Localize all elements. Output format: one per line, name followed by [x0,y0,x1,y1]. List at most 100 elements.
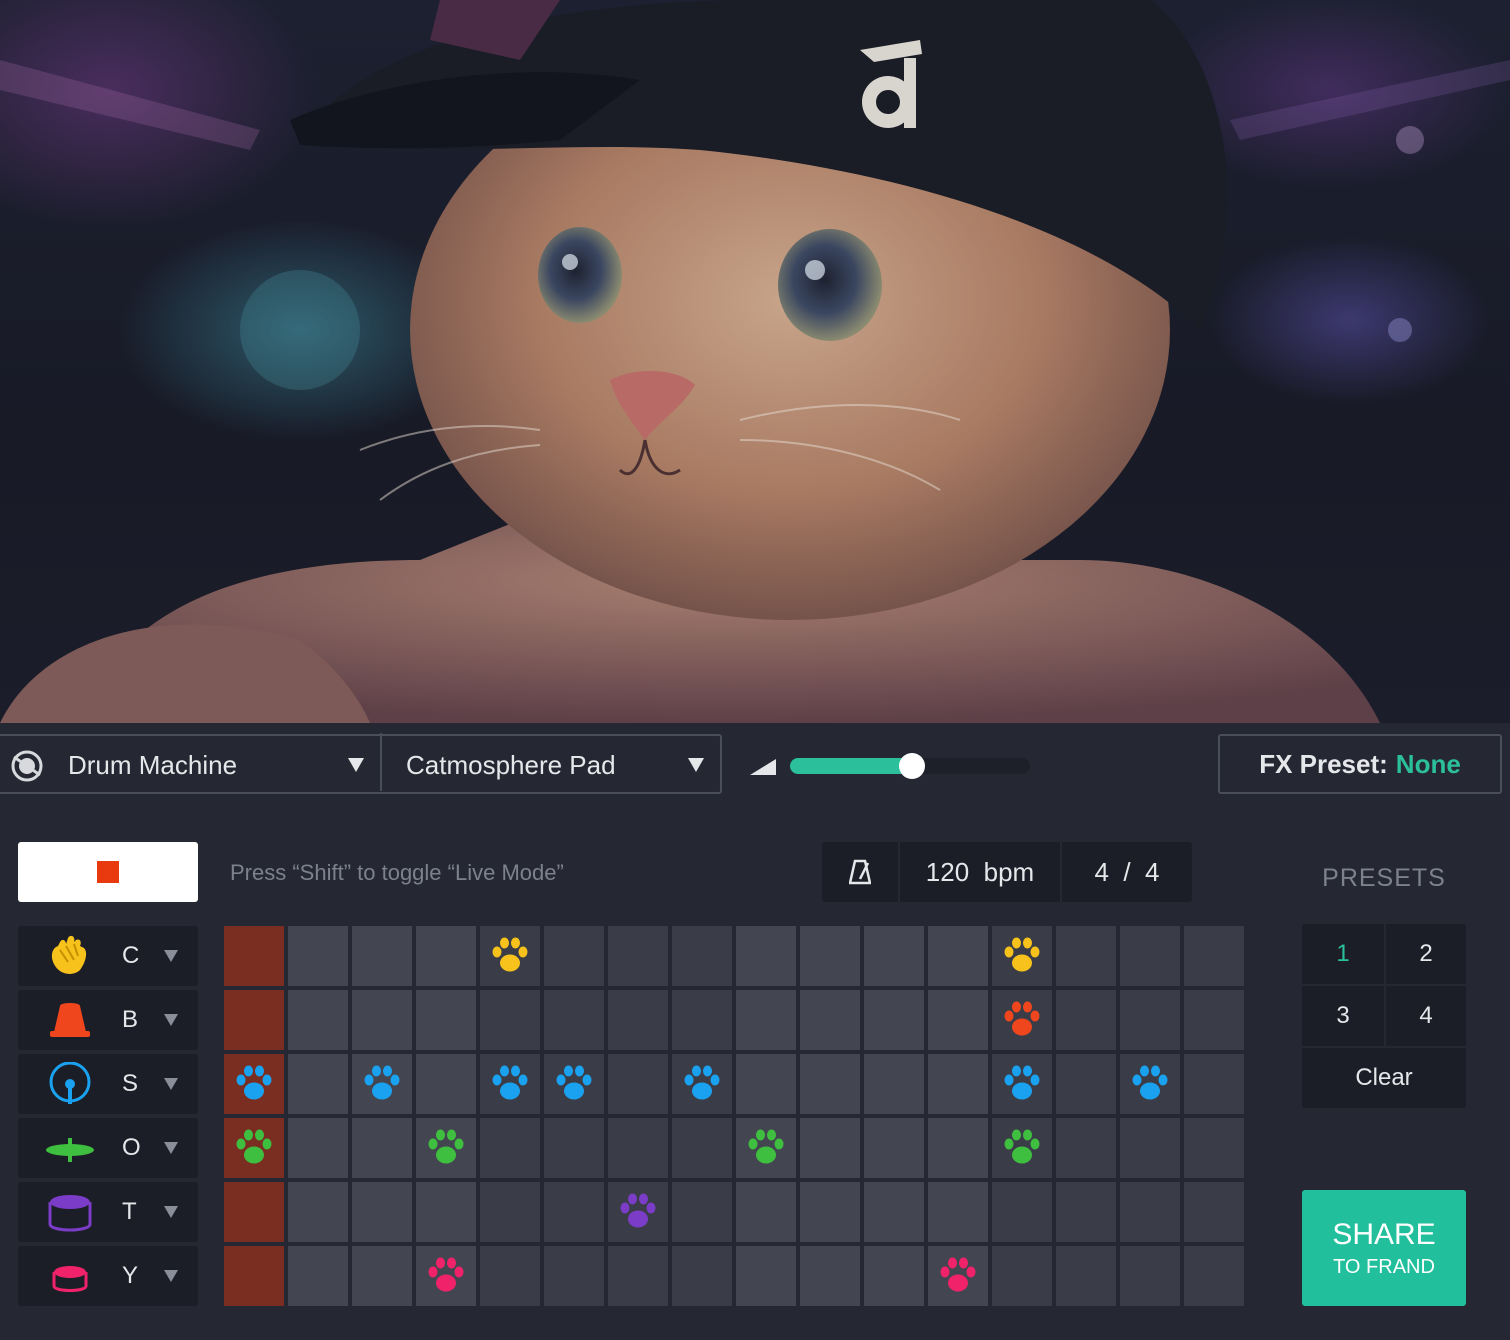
step-cell[interactable] [672,1246,732,1306]
step-cell[interactable] [544,926,604,986]
track-dropdown-chevron-icon[interactable] [164,1142,178,1154]
step-cell[interactable] [992,1182,1052,1242]
step-cell[interactable] [544,1054,604,1114]
track-dropdown-chevron-icon[interactable] [164,1014,178,1026]
step-cell[interactable] [1056,1182,1116,1242]
step-cell[interactable] [864,990,924,1050]
volume-slider[interactable] [790,753,1030,779]
step-cell[interactable] [1120,990,1180,1050]
step-cell[interactable] [800,926,860,986]
step-cell[interactable] [416,990,476,1050]
step-cell[interactable] [800,1246,860,1306]
step-cell[interactable] [480,990,540,1050]
step-cell[interactable] [224,1054,284,1114]
preset-button-1[interactable]: 1 [1302,924,1384,984]
step-cell[interactable] [1120,926,1180,986]
step-cell[interactable] [992,1054,1052,1114]
step-cell[interactable] [608,1246,668,1306]
step-cell[interactable] [416,1246,476,1306]
step-cell[interactable] [1184,1246,1244,1306]
step-cell[interactable] [608,926,668,986]
step-cell[interactable] [416,1054,476,1114]
step-cell[interactable] [608,1054,668,1114]
step-cell[interactable] [1184,1118,1244,1178]
step-cell[interactable] [288,926,348,986]
step-cell[interactable] [672,990,732,1050]
step-cell[interactable] [736,1246,796,1306]
step-cell[interactable] [352,1246,412,1306]
step-cell[interactable] [1056,1118,1116,1178]
step-cell[interactable] [928,990,988,1050]
preset-button-4[interactable]: 4 [1386,986,1466,1046]
step-cell[interactable] [608,1118,668,1178]
step-cell[interactable] [352,926,412,986]
step-cell[interactable] [544,1182,604,1242]
step-cell[interactable] [416,1118,476,1178]
sound-select[interactable]: Catmosphere Pad [406,750,616,781]
step-cell[interactable] [864,1182,924,1242]
step-cell[interactable] [800,1118,860,1178]
step-cell[interactable] [608,1182,668,1242]
step-cell[interactable] [480,926,540,986]
step-cell[interactable] [736,926,796,986]
step-cell[interactable] [288,1246,348,1306]
preset-button-2[interactable]: 2 [1386,924,1466,984]
step-cell[interactable] [480,1118,540,1178]
step-cell[interactable] [288,1054,348,1114]
step-cell[interactable] [288,990,348,1050]
step-cell[interactable] [1056,1246,1116,1306]
step-cell[interactable] [1120,1118,1180,1178]
step-cell[interactable] [864,1118,924,1178]
track-dropdown-chevron-icon[interactable] [164,1206,178,1218]
step-cell[interactable] [608,990,668,1050]
step-cell[interactable] [928,1054,988,1114]
step-cell[interactable] [480,1182,540,1242]
step-cell[interactable] [1120,1054,1180,1114]
track-row-cymbal[interactable]: O [18,1118,198,1178]
step-cell[interactable] [224,990,284,1050]
step-cell[interactable] [352,1118,412,1178]
step-cell[interactable] [1184,1054,1244,1114]
step-cell[interactable] [352,1182,412,1242]
step-cell[interactable] [544,1118,604,1178]
track-row-clap[interactable]: C [18,926,198,986]
track-dropdown-chevron-icon[interactable] [164,1270,178,1282]
step-cell[interactable] [928,1246,988,1306]
step-cell[interactable] [736,1118,796,1178]
step-cell[interactable] [672,1054,732,1114]
step-cell[interactable] [1184,926,1244,986]
step-cell[interactable] [224,1182,284,1242]
step-cell[interactable] [800,990,860,1050]
step-cell[interactable] [992,1118,1052,1178]
instrument-dropdown-chevron-icon[interactable] [348,758,364,772]
step-cell[interactable] [416,1182,476,1242]
step-cell[interactable] [992,990,1052,1050]
track-dropdown-chevron-icon[interactable] [164,950,178,962]
share-button[interactable]: SHARE TO FRAND [1302,1190,1466,1306]
step-cell[interactable] [992,926,1052,986]
step-cell[interactable] [1184,990,1244,1050]
stop-button[interactable] [18,842,198,902]
track-dropdown-chevron-icon[interactable] [164,1078,178,1090]
step-cell[interactable] [672,1118,732,1178]
step-cell[interactable] [224,1246,284,1306]
step-cell[interactable] [544,990,604,1050]
clear-button[interactable]: Clear [1302,1048,1466,1108]
step-cell[interactable] [224,926,284,986]
track-row-tom[interactable]: T [18,1182,198,1242]
track-row-snare[interactable]: S [18,1054,198,1114]
sound-dropdown-chevron-icon[interactable] [688,758,704,772]
step-cell[interactable] [1184,1182,1244,1242]
step-cell[interactable] [416,926,476,986]
step-cell[interactable] [864,1054,924,1114]
step-cell[interactable] [800,1054,860,1114]
step-cell[interactable] [352,1054,412,1114]
step-cell[interactable] [288,1182,348,1242]
step-cell[interactable] [864,1246,924,1306]
step-cell[interactable] [672,926,732,986]
step-cell[interactable] [928,1118,988,1178]
step-cell[interactable] [800,1182,860,1242]
preset-button-3[interactable]: 3 [1302,986,1384,1046]
instrument-select[interactable]: Drum Machine [68,750,237,781]
metronome-button[interactable] [822,842,898,902]
